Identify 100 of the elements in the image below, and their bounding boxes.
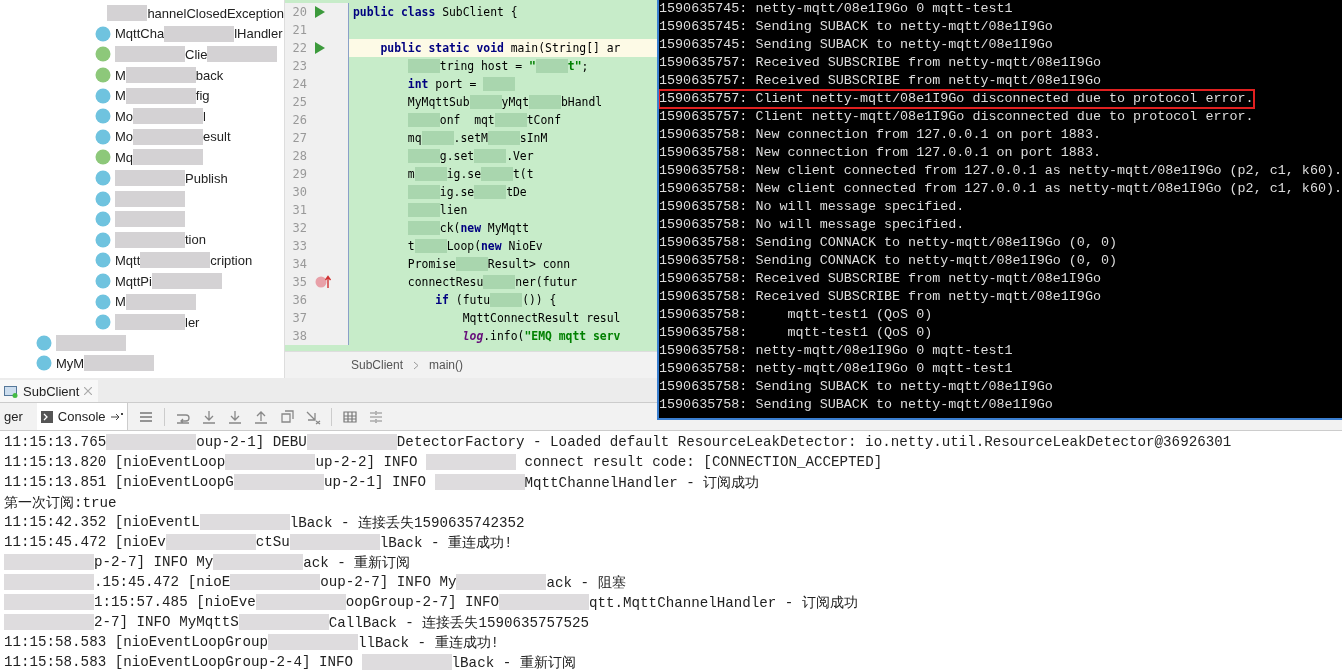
code-text: sInM — [519, 131, 548, 145]
code-text: onf mqt — [439, 113, 495, 127]
tree-item-label: cription — [210, 252, 253, 268]
tree-item-label: MqttPi — [115, 273, 152, 289]
console-text: CallBack - 连接丢失1590635757525 — [328, 613, 590, 632]
class-icon[interactable] — [95, 128, 111, 145]
class-icon[interactable] — [95, 252, 111, 269]
lambda-marker-icon — [315, 275, 331, 289]
pin-arrow-icon[interactable] — [110, 412, 123, 421]
layout-icon[interactable] — [367, 408, 384, 425]
tool-tab[interactable]: ger — [0, 403, 27, 430]
code-text: ig.se — [439, 185, 475, 199]
code-text: g.set — [439, 149, 475, 163]
blurred-region — [56, 334, 126, 351]
code-text: (futu — [454, 293, 491, 307]
tree-item-label: MyM — [56, 355, 85, 371]
blurred-region — [407, 149, 440, 163]
code-text: MyMqttSub — [407, 95, 470, 109]
blurred-region — [494, 113, 527, 127]
code-text: ()) { — [522, 293, 557, 307]
line-number: 31 — [291, 203, 307, 217]
download-icon[interactable] — [200, 408, 217, 425]
class-icon[interactable] — [36, 355, 52, 372]
tree-item-label: Mqtt — [115, 252, 141, 268]
line-number: 23 — [291, 59, 307, 73]
interface-icon[interactable] — [95, 149, 111, 166]
code-text: new — [481, 239, 502, 253]
class-icon[interactable] — [95, 108, 111, 125]
terminal-line: 1590635758: New client connected from 127.0.0.1 as netty-mqtt/08e1I9Go (p2, c1, k60). — [659, 180, 1342, 198]
console-text: 11:15:58.583 [nioEventLoopGroup-2-4] INFO — [4, 654, 355, 670]
code-text: SubClient { — [441, 5, 518, 19]
run-tab[interactable]: SubClient — [0, 380, 99, 402]
class-icon[interactable] — [95, 170, 111, 187]
tree-item-label: hannelClosedException — [147, 5, 284, 21]
class-icon[interactable] — [95, 25, 111, 42]
code-text: " — [529, 59, 536, 73]
class-icon[interactable] — [95, 293, 111, 310]
blurred-region — [133, 108, 204, 125]
terminal-line: 1590635745: netty-mqtt/08e1I9Go 0 mqtt-test1 — [659, 0, 1013, 18]
line-number: 34 — [291, 257, 307, 271]
blurred-region — [115, 190, 185, 207]
blurred-region — [421, 131, 454, 145]
blurred-region — [474, 149, 507, 163]
run-config-icon — [4, 384, 18, 398]
class-icon[interactable] — [95, 211, 111, 228]
blurred-region — [115, 170, 185, 187]
code-text: tring host = — [439, 59, 524, 73]
code-text: Promise — [407, 257, 456, 271]
code-text: MqttConnectResult resul — [462, 311, 621, 325]
table-icon[interactable] — [341, 408, 358, 425]
terminal-line: 1590635758: mqtt-test1 (QoS 0) — [659, 324, 933, 342]
interface-icon[interactable] — [95, 67, 111, 84]
blurred-region — [207, 46, 278, 63]
line-number: 37 — [291, 311, 307, 325]
line-number: 24 — [291, 77, 307, 91]
code-text: public class — [353, 5, 436, 19]
class-icon[interactable] — [36, 334, 52, 351]
line-number: 21 — [291, 23, 307, 37]
blurred-region — [140, 252, 211, 269]
breadcrumb[interactable]: SubClient — [351, 358, 404, 372]
tree-item-label: M — [115, 88, 126, 104]
blurred-region — [125, 87, 196, 104]
console-text: ack - 重新订阅 — [303, 553, 411, 572]
close-icon[interactable] — [84, 387, 93, 395]
console-text: 11:15:13.820 [nioEventLoop — [4, 454, 226, 470]
console-text: oup-2-1] DEBU — [196, 434, 307, 450]
breadcrumb[interactable]: main() — [429, 358, 464, 372]
terminal-line: 1590635757: Client netty-mqtt/08e1I9Go disconnected due to protocol error. — [659, 90, 1254, 108]
tree-item-label: l — [203, 108, 206, 124]
blurred-region — [151, 273, 222, 289]
class-icon[interactable] — [95, 87, 111, 104]
blurred-region — [483, 275, 516, 289]
run-icon[interactable] — [315, 42, 325, 54]
scroll-icon[interactable] — [278, 408, 295, 425]
run-icon[interactable] — [315, 6, 325, 18]
tree-item-label: back — [195, 67, 224, 83]
line-number: 27 — [291, 131, 307, 145]
tree-item-label: M — [115, 294, 126, 310]
tree-item-label: M — [115, 67, 126, 83]
line-number: 33 — [291, 239, 307, 253]
download-icon[interactable] — [226, 408, 243, 425]
tree-item-label: esult — [203, 129, 231, 145]
blurred-region — [529, 95, 561, 109]
interface-icon[interactable] — [95, 46, 111, 63]
tool-tab[interactable]: Console — [36, 403, 128, 430]
code-text: main(String[] ar — [509, 41, 621, 55]
class-icon[interactable] — [95, 190, 111, 207]
blurred-region — [481, 167, 513, 181]
blurred-region — [414, 239, 447, 253]
line-number: 20 — [291, 5, 307, 19]
blurred-region — [483, 77, 516, 91]
class-icon[interactable] — [95, 273, 111, 289]
terminal-line: 1590635757: Client netty-mqtt/08e1I9Go disconnected due to protocol error. — [659, 108, 1254, 126]
console-text: p-2-7] INFO My — [94, 554, 214, 570]
tree-item-label: Mq — [115, 149, 134, 165]
class-icon[interactable] — [95, 314, 111, 331]
line-number: 32 — [291, 221, 307, 235]
console-text: llBack - 重连成功! — [357, 633, 500, 652]
class-icon[interactable] — [95, 231, 111, 248]
console-text: lBack - 连接丢失1590635742352 — [289, 513, 525, 532]
